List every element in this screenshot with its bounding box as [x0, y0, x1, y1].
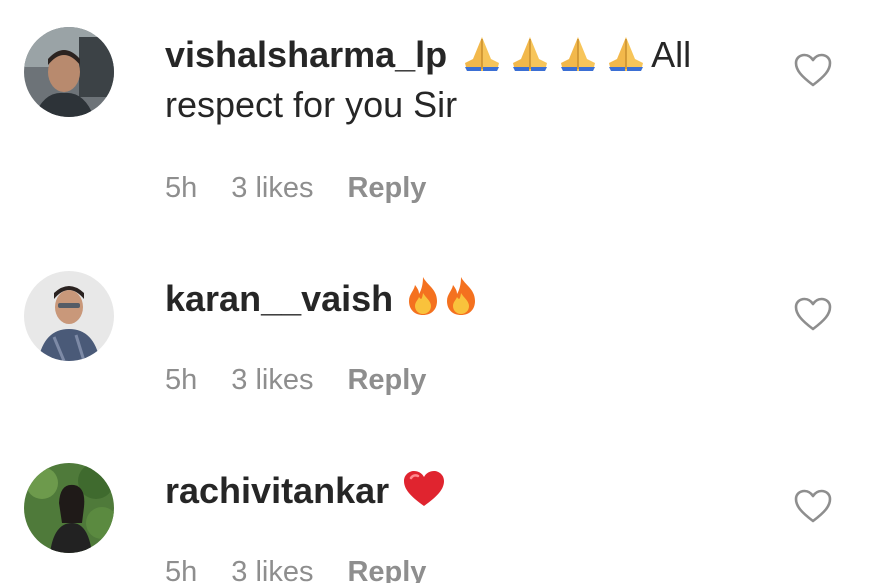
comments-list: vishalsharma_lp All respect for you Sir 5h… [0, 0, 875, 583]
comment-text: rachivitankar [165, 466, 765, 516]
reply-button[interactable]: Reply [347, 556, 426, 583]
avatar[interactable] [24, 463, 114, 553]
comment-body: karan__vaish 5h 3 likes Reply [165, 274, 765, 397]
comment-body: vishalsharma_lp All respect for you Sir 5h… [165, 30, 765, 205]
fire-emoji [443, 275, 479, 317]
folded-hands-emoji [507, 33, 553, 73]
red-heart-emoji [401, 469, 447, 509]
comment-time[interactable]: 5h [165, 172, 197, 205]
comment-text: vishalsharma_lp All respect for you Sir [165, 30, 765, 130]
comment-text-line-2: respect for you Sir [165, 84, 458, 125]
comment-time[interactable]: 5h [165, 364, 197, 397]
comment-text-line-1: All [651, 34, 692, 75]
avatar[interactable] [24, 271, 114, 361]
fire-emoji [405, 275, 441, 317]
comment-likes[interactable]: 3 likes [231, 556, 313, 583]
comment-likes[interactable]: 3 likes [231, 172, 313, 205]
heart-outline-icon[interactable] [793, 52, 833, 88]
comment-username[interactable]: karan__vaish [165, 278, 393, 319]
folded-hands-emoji [459, 33, 505, 73]
comment-meta: 5h 3 likes Reply [165, 364, 765, 397]
heart-outline-icon[interactable] [793, 296, 833, 332]
comment-time[interactable]: 5h [165, 556, 197, 583]
heart-outline-icon[interactable] [793, 488, 833, 524]
folded-hands-emoji [603, 33, 649, 73]
reply-button[interactable]: Reply [347, 172, 426, 205]
comment-username[interactable]: vishalsharma_lp [165, 34, 447, 75]
folded-hands-emoji [555, 33, 601, 73]
comment-body: rachivitankar 5h 3 likes Reply [165, 466, 765, 583]
comment-text: karan__vaish [165, 274, 765, 324]
comment-meta: 5h 3 likes Reply [165, 172, 765, 205]
comment-username[interactable]: rachivitankar [165, 470, 389, 511]
comment-meta: 5h 3 likes Reply [165, 556, 765, 583]
reply-button[interactable]: Reply [347, 364, 426, 397]
comment-likes[interactable]: 3 likes [231, 364, 313, 397]
avatar[interactable] [24, 27, 114, 117]
